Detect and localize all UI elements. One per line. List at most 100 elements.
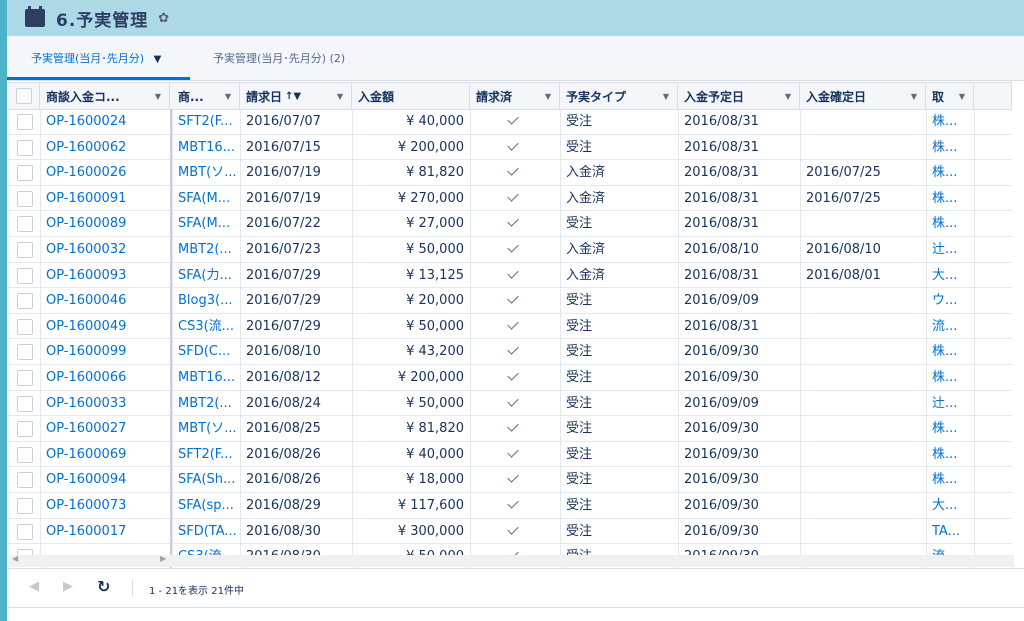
refresh-icon[interactable]: ↻ — [97, 577, 110, 596]
chevron-down-icon[interactable]: ▼ — [337, 92, 343, 101]
scroll-left-icon[interactable]: ◀ — [12, 554, 18, 563]
row-checkbox[interactable] — [17, 318, 33, 335]
cell-account[interactable]: 株... — [926, 365, 974, 390]
cell-id[interactable]: OP-1600069 — [40, 442, 170, 467]
cell-product[interactable]: SFA(Sh... — [172, 467, 240, 492]
row-checkbox[interactable] — [17, 216, 33, 233]
sort-ascending-icon[interactable]: ↑▼ — [285, 91, 301, 102]
cell-product[interactable]: MBT2(... — [172, 391, 240, 416]
cell-id[interactable]: OP-1600049 — [40, 314, 170, 339]
cell-account[interactable]: 大... — [926, 493, 974, 518]
previous-page-icon[interactable]: ◀ — [29, 579, 39, 594]
cell-account[interactable]: 株... — [926, 442, 974, 467]
cell-account[interactable]: 辻... — [926, 391, 974, 416]
cell-product[interactable]: CS3(流... — [172, 314, 240, 339]
column-header-account[interactable]: 取 ▼ — [926, 83, 974, 109]
horizontal-scrollbar[interactable]: ◀ ▶ — [8, 554, 1014, 567]
row-checkbox[interactable] — [17, 523, 33, 540]
cell-id[interactable]: OP-1600027 — [40, 416, 170, 441]
chevron-down-icon[interactable]: ▼ — [663, 92, 669, 101]
row-checkbox[interactable] — [17, 395, 33, 412]
cell-product[interactable]: SFD(TA... — [172, 519, 240, 544]
scroll-right-icon[interactable]: ▶ — [160, 554, 166, 563]
cell-planned-date: 2016/08/31 — [684, 267, 759, 283]
gear-icon[interactable]: ✿ — [158, 11, 169, 26]
row-checkbox[interactable] — [17, 421, 33, 438]
cell-id[interactable]: OP-1600024 — [40, 109, 170, 134]
cell-id[interactable]: OP-1600091 — [40, 186, 170, 211]
row-checkbox[interactable] — [17, 241, 33, 258]
cell-account[interactable]: ウ... — [926, 288, 974, 313]
cell-id[interactable]: OP-1600066 — [40, 365, 170, 390]
chevron-down-icon[interactable]: ▼ — [959, 92, 965, 101]
cell-account[interactable]: TA... — [926, 519, 974, 544]
row-checkbox[interactable] — [17, 267, 33, 284]
cell-id[interactable]: OP-1600046 — [40, 288, 170, 313]
cell-account[interactable]: 流... — [926, 314, 974, 339]
column-header-id[interactable]: 商談入金コ... ▼ — [40, 83, 170, 109]
cell-product[interactable]: SFD(C... — [172, 339, 240, 364]
cell-id[interactable]: OP-1600089 — [40, 211, 170, 236]
cell-account[interactable]: 株... — [926, 211, 974, 236]
cell-product[interactable]: MBT16... — [172, 135, 240, 160]
cell-product[interactable]: MBT2(... — [172, 237, 240, 262]
cell-product[interactable]: MBT(ソ... — [172, 160, 240, 185]
cell-account[interactable]: 株... — [926, 339, 974, 364]
cell-id[interactable]: OP-1600093 — [40, 263, 170, 288]
cell-id[interactable]: OP-1600062 — [40, 135, 170, 160]
row-checkbox[interactable] — [17, 114, 33, 130]
row-checkbox[interactable] — [17, 139, 33, 156]
select-all-checkbox[interactable] — [16, 88, 32, 104]
column-header-confirmed-date[interactable]: 入金確定日 ▼ — [800, 83, 926, 109]
chevron-down-icon[interactable]: ▼ — [785, 92, 791, 101]
cell-product[interactable]: MBT(ソ... — [172, 416, 240, 441]
cell-id[interactable]: OP-1600017 — [40, 519, 170, 544]
chevron-down-icon[interactable]: ▼ — [155, 92, 161, 101]
cell-id[interactable]: OP-1600026 — [40, 160, 170, 185]
cell-product[interactable]: SFA(M... — [172, 186, 240, 211]
next-page-icon[interactable]: ▶ — [63, 579, 73, 594]
tab-current-month-2[interactable]: 予実管理(当月･先月分) (2) — [213, 50, 345, 66]
cell-product[interactable]: MBT16... — [172, 365, 240, 390]
row-checkbox[interactable] — [17, 497, 33, 514]
row-checkbox[interactable] — [17, 293, 33, 310]
row-checkbox[interactable] — [17, 446, 33, 463]
row-checkbox[interactable] — [17, 344, 33, 361]
cell-account[interactable]: 株... — [926, 160, 974, 185]
cell-account[interactable]: 株... — [926, 467, 974, 492]
cell-product[interactable]: SFA(M... — [172, 211, 240, 236]
cell-account[interactable]: 株... — [926, 186, 974, 211]
cell-id[interactable]: OP-1600099 — [40, 339, 170, 364]
select-all-cell[interactable] — [8, 83, 40, 109]
cell-id[interactable]: OP-1600094 — [40, 467, 170, 492]
column-header-invoiced[interactable]: 請求済 ▼ — [470, 83, 560, 109]
chevron-down-icon[interactable]: ▼ — [545, 92, 551, 101]
tab-current-month[interactable]: 予実管理(当月･先月分) ▼ — [31, 50, 161, 66]
chevron-down-icon[interactable]: ▼ — [911, 92, 917, 101]
cell-account[interactable]: 大... — [926, 263, 974, 288]
cell-id[interactable]: OP-1600033 — [40, 391, 170, 416]
chevron-down-icon[interactable]: ▼ — [154, 54, 162, 65]
cell-product[interactable]: Blog3(... — [172, 288, 240, 313]
column-header-product[interactable]: 商... ▼ — [172, 83, 240, 109]
cell-account[interactable]: 辻... — [926, 237, 974, 262]
cell-account[interactable]: 株... — [926, 109, 974, 134]
row-checkbox[interactable] — [17, 190, 33, 207]
column-header-planned-date[interactable]: 入金予定日 ▼ — [678, 83, 800, 109]
cell-product[interactable]: SFT2(F... — [172, 109, 240, 134]
row-checkbox[interactable] — [17, 369, 33, 386]
column-header-invoice-date[interactable]: 請求日 ↑▼ ▼ — [240, 83, 352, 109]
cell-id[interactable]: OP-1600032 — [40, 237, 170, 262]
cell-account[interactable]: 株... — [926, 416, 974, 441]
cell-id[interactable]: OP-1600073 — [40, 493, 170, 518]
row-checkbox[interactable] — [17, 165, 33, 182]
row-checkbox[interactable] — [17, 472, 33, 489]
column-header-amount[interactable]: 入金額 — [352, 83, 470, 109]
cell-amount: ¥ 300,000 — [397, 523, 464, 539]
cell-product[interactable]: SFA(力... — [172, 263, 240, 288]
chevron-down-icon[interactable]: ▼ — [225, 92, 231, 101]
cell-account[interactable]: 株... — [926, 135, 974, 160]
cell-product[interactable]: SFA(sp... — [172, 493, 240, 518]
column-header-type[interactable]: 予実タイプ ▼ — [560, 83, 678, 109]
cell-product[interactable]: SFT2(F... — [172, 442, 240, 467]
